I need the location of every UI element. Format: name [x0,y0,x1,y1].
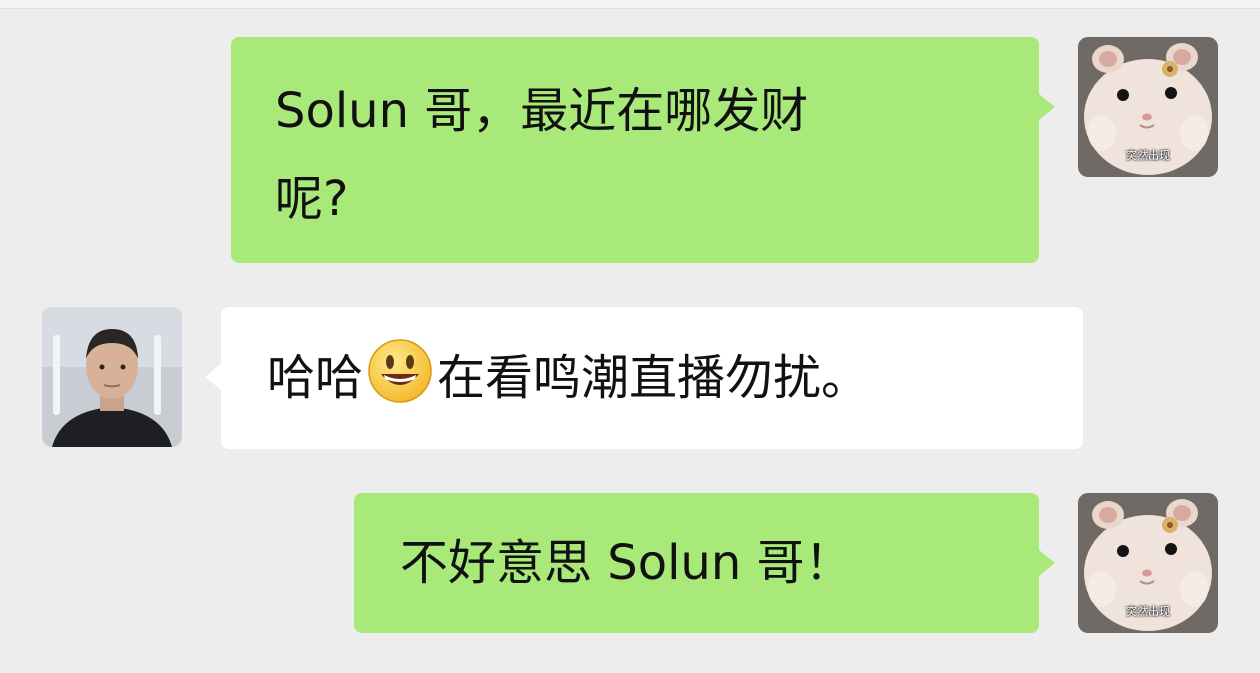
message-text-line: Solun 哥，最近在哪发财 [275,83,809,139]
bubble-tail [1039,550,1055,576]
bubble-tail [205,364,221,390]
message-text: 在看鸣潮直播勿扰。 [437,350,870,406]
avatar-caption: 突然出现 [1126,605,1170,618]
top-divider [0,0,1260,9]
message-bubble-outgoing[interactable]: 不好意思 Solun 哥！ [354,493,1039,633]
message-bubble-outgoing[interactable]: Solun 哥，最近在哪发财 呢? [231,37,1039,263]
contact-avatar[interactable] [42,307,182,447]
message-text: 不好意思 Solun 哥！ [400,535,853,591]
bubble-tail [1039,94,1055,120]
message-text-line: 呢? [275,171,349,227]
avatar-caption: 突然出现 [1126,149,1170,162]
message-bubble-incoming[interactable]: 哈哈 在看鸣潮直播勿扰。 [221,307,1083,449]
message-text: 哈哈 [267,350,364,406]
hamster-avatar[interactable]: 突然出现 [1078,37,1218,177]
hamster-avatar[interactable]: 突然出现 [1078,493,1218,633]
grinning-face-emoji-icon [368,339,432,403]
